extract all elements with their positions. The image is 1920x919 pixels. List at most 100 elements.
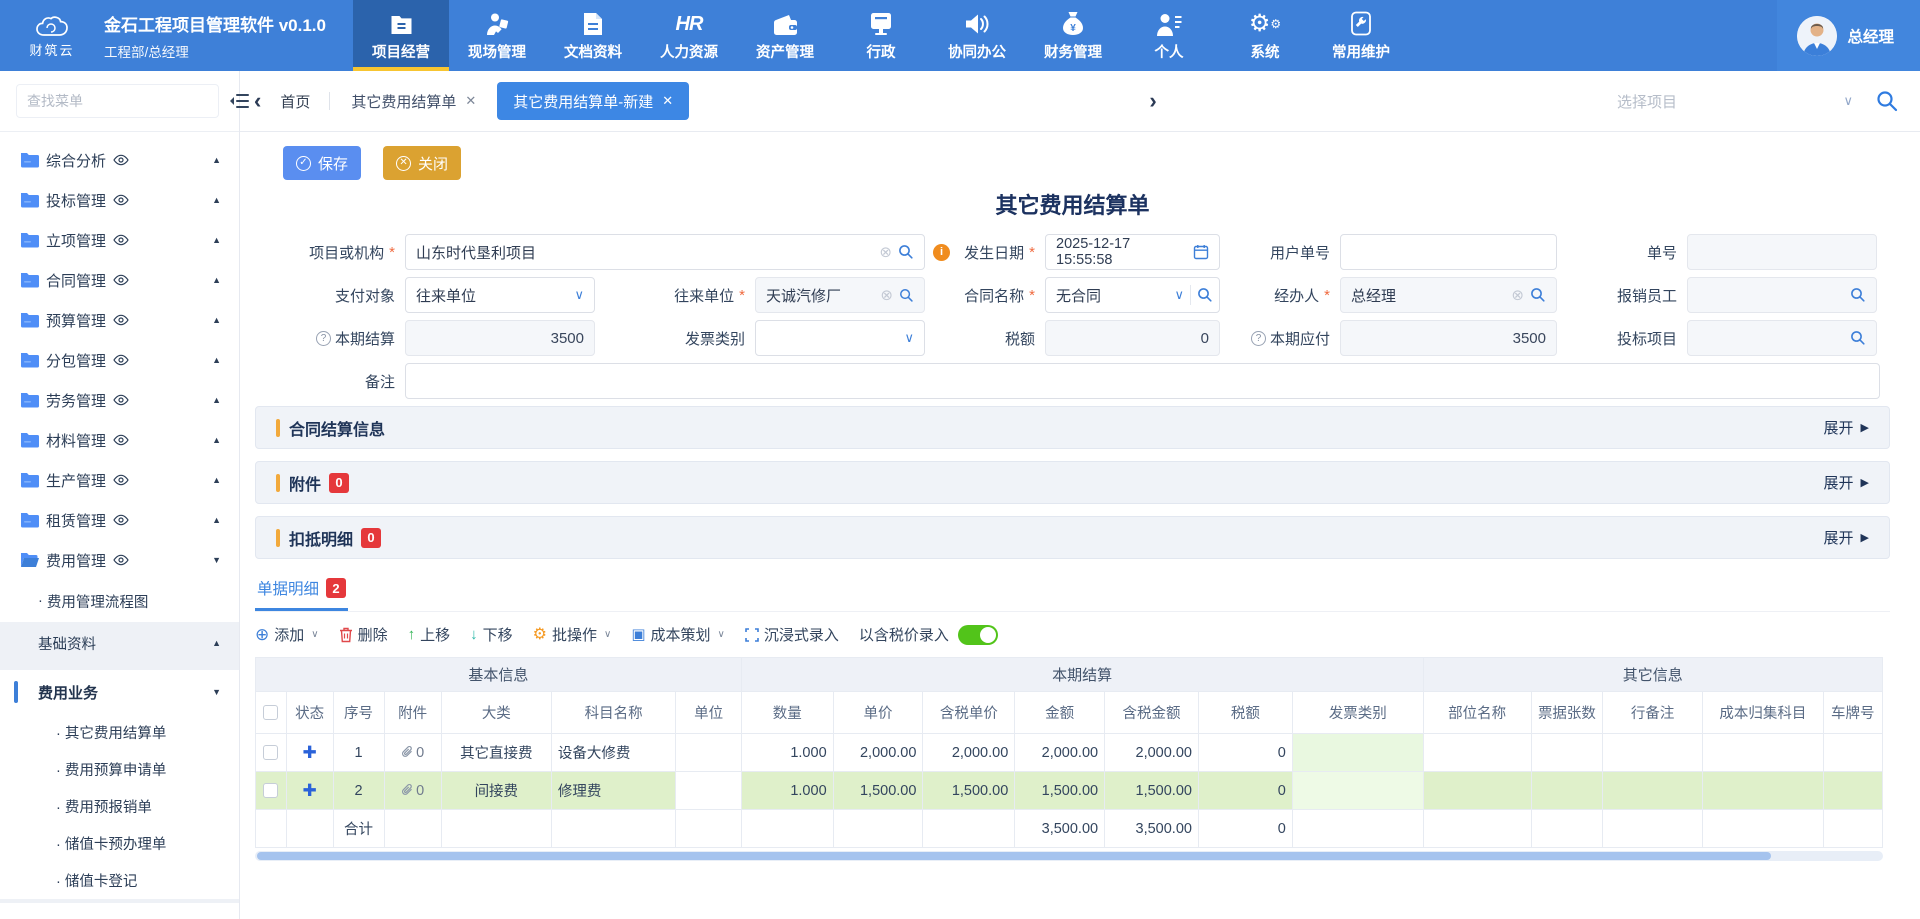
question-icon[interactable]: ?	[1251, 331, 1266, 346]
eye-icon[interactable]	[113, 314, 129, 326]
nav-item-collaboration[interactable]: 协同办公	[929, 0, 1025, 71]
user-block[interactable]: 总经理	[1777, 0, 1920, 71]
sidebar-group-6[interactable]: 分包管理▲	[0, 340, 239, 380]
search-icon[interactable]	[1850, 330, 1866, 346]
select-all-checkbox[interactable]	[263, 705, 278, 720]
tab-expense-settlement[interactable]: 其它费用结算单✕	[343, 91, 484, 112]
chevron-up-icon[interactable]: ▲	[212, 435, 221, 445]
save-button[interactable]: ✓ 保存	[283, 146, 361, 180]
plus-icon[interactable]: ✚	[302, 743, 316, 762]
reimburser-field[interactable]	[1687, 277, 1877, 313]
search-icon[interactable]	[1530, 287, 1546, 303]
move-down-button[interactable]: ↓下移	[470, 624, 513, 645]
question-icon[interactable]: ?	[316, 331, 331, 346]
clear-icon[interactable]: ⊗	[1511, 288, 1524, 303]
eye-icon[interactable]	[113, 434, 129, 446]
delete-row-button[interactable]: 删除	[339, 624, 388, 645]
handler-field[interactable]: 总经理 ⊗	[1340, 277, 1557, 313]
row-checkbox[interactable]	[263, 745, 278, 760]
eye-icon[interactable]	[113, 514, 129, 526]
chevron-up-icon[interactable]: ▲	[212, 475, 221, 485]
tab-document-detail[interactable]: 单据明细 2	[255, 573, 348, 611]
sidebar-item-3[interactable]: · 费用预报销单	[0, 788, 239, 825]
table-row[interactable]: ✚20间接费修理费1.0001,500.001,500.001,500.001,…	[256, 772, 1883, 810]
sidebar-group-11[interactable]: 费用管理▼	[0, 540, 239, 580]
invoice-type-cell[interactable]	[1292, 734, 1423, 772]
chevron-up-icon[interactable]: ▲	[212, 235, 221, 245]
eye-icon[interactable]	[113, 474, 129, 486]
contract-select[interactable]: 无合同 ∨	[1045, 277, 1220, 313]
chevron-up-icon[interactable]: ▲	[212, 395, 221, 405]
eye-icon[interactable]	[113, 354, 129, 366]
section-attachments[interactable]: 附件 0 展开▶	[255, 461, 1890, 504]
cost-plan-button[interactable]: ▣成本策划∨	[631, 624, 725, 645]
chevron-up-icon[interactable]: ▲	[212, 275, 221, 285]
clear-icon[interactable]: ⊗	[880, 288, 893, 303]
nav-item-administration[interactable]: 行政	[833, 0, 929, 71]
eye-icon[interactable]	[113, 154, 129, 166]
sidebar-group-1[interactable]: 综合分析▲	[0, 140, 239, 180]
sidebar-item-expense-flowchart[interactable]: · 费用管理流程图	[0, 580, 239, 622]
date-field[interactable]: 2025-12-17 15:55:58	[1045, 234, 1220, 270]
search-icon[interactable]	[1876, 90, 1898, 112]
tabs-scroll-right-icon[interactable]: ›	[1149, 90, 1156, 112]
chevron-up-icon[interactable]: ▲	[212, 155, 221, 165]
tab-expense-settlement-new[interactable]: 其它费用结算单-新建✕	[497, 82, 689, 120]
nav-item-maintenance[interactable]: 常用维护	[1313, 0, 1409, 71]
bid-project-field[interactable]	[1687, 320, 1877, 356]
sidebar-group-5[interactable]: 预算管理▲	[0, 300, 239, 340]
section-deduction-detail[interactable]: 扣抵明细 0 展开▶	[255, 516, 1890, 559]
nav-item-personal[interactable]: 个人	[1121, 0, 1217, 71]
row-attachment-cell[interactable]: 0	[384, 772, 441, 810]
sidebar-group-2[interactable]: 投标管理▲	[0, 180, 239, 220]
pay-target-select[interactable]: 往来单位 ∨	[405, 277, 595, 313]
sidebar-group-9[interactable]: 生产管理▲	[0, 460, 239, 500]
menu-search-input[interactable]	[16, 84, 219, 118]
eye-icon[interactable]	[113, 274, 129, 286]
row-attachment-cell[interactable]: 0	[384, 734, 441, 772]
move-up-button[interactable]: ↑上移	[408, 624, 451, 645]
chevron-up-icon[interactable]: ▲	[212, 355, 221, 365]
sidebar-item-4[interactable]: · 储值卡预办理单	[0, 825, 239, 862]
chevron-down-icon[interactable]: ▼	[212, 555, 221, 565]
user-no-field[interactable]	[1340, 234, 1557, 270]
nav-item-documents[interactable]: 文档资料	[545, 0, 641, 71]
expand-control[interactable]: 展开▶	[1824, 417, 1869, 438]
add-row-button[interactable]: ⊕添加∨	[255, 624, 319, 645]
nav-item-project-operation[interactable]: 项目经营	[353, 0, 449, 71]
remark-field[interactable]	[405, 363, 1880, 399]
sidebar-item-5[interactable]: · 储值卡登记	[0, 862, 239, 899]
tabs-scroll-left-icon[interactable]: ‹	[254, 90, 261, 112]
row-checkbox[interactable]	[263, 783, 278, 798]
sidebar-group-10[interactable]: 租赁管理▲	[0, 500, 239, 540]
nav-item-system[interactable]: ⚙⚙ 系统	[1217, 0, 1313, 71]
plus-icon[interactable]: ✚	[302, 781, 316, 800]
project-field[interactable]: 山东时代垦利项目 ⊗	[405, 234, 925, 270]
horizontal-scrollbar[interactable]	[255, 851, 1883, 861]
search-icon[interactable]	[1197, 287, 1213, 303]
search-icon[interactable]	[899, 288, 914, 303]
close-button[interactable]: ✕ 关闭	[383, 146, 461, 180]
sidebar-item-2[interactable]: · 费用预算申请单	[0, 751, 239, 788]
sidebar-group-7[interactable]: 劳务管理▲	[0, 380, 239, 420]
sidebar-group-expense-business[interactable]: 费用业务 ▼	[0, 670, 239, 714]
chevron-up-icon[interactable]: ▲	[212, 315, 221, 325]
nav-item-site-management[interactable]: 现场管理	[449, 0, 545, 71]
toggle-on[interactable]	[958, 625, 998, 645]
chevron-up-icon[interactable]: ▲	[212, 195, 221, 205]
calendar-icon[interactable]	[1193, 244, 1209, 260]
section-contract-settlement[interactable]: 合同结算信息 展开▶	[255, 406, 1890, 449]
sidebar-group-4[interactable]: 合同管理▲	[0, 260, 239, 300]
nav-item-assets[interactable]: 资产管理	[737, 0, 833, 71]
close-icon[interactable]: ✕	[662, 93, 673, 109]
expand-control[interactable]: 展开▶	[1824, 527, 1869, 548]
nav-item-hr[interactable]: HR 人力资源	[641, 0, 737, 71]
invoice-type-cell[interactable]	[1292, 772, 1423, 810]
sidebar-group-3[interactable]: 立项管理▲	[0, 220, 239, 260]
expand-control[interactable]: 展开▶	[1824, 472, 1869, 493]
eye-icon[interactable]	[113, 194, 129, 206]
clear-icon[interactable]: ⊗	[879, 245, 892, 260]
search-icon[interactable]	[898, 244, 914, 260]
tab-home[interactable]: 首页	[274, 91, 316, 112]
chevron-up-icon[interactable]: ▲	[212, 515, 221, 525]
